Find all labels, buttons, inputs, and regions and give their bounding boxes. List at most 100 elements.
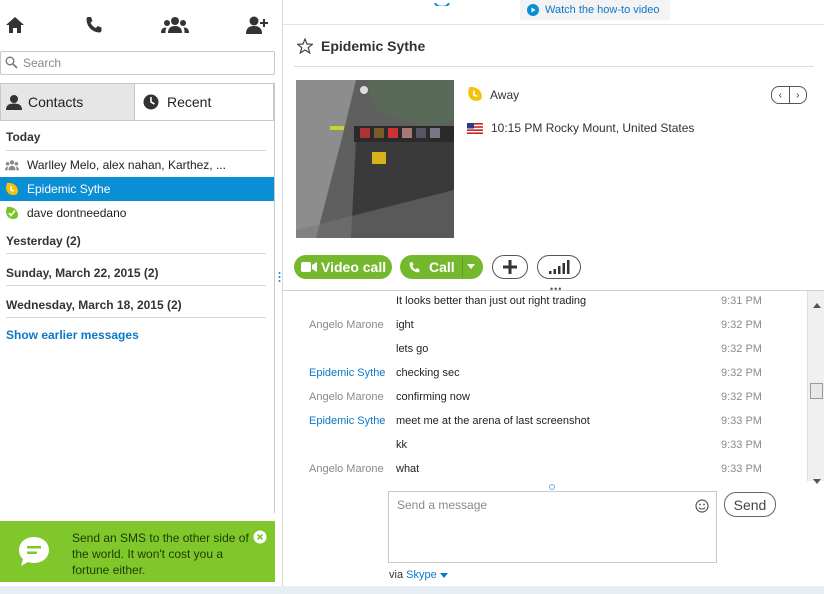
chevron-down-icon[interactable] [466,264,476,270]
add-contact-icon[interactable] [242,10,272,40]
scroll-down-icon[interactable] [813,471,821,489]
divider [6,285,266,286]
message-time: 9:32 PM [721,367,762,379]
conversation-name: dave dontneedano [27,206,127,220]
message-sender[interactable]: Epidemic Sythe [309,415,409,427]
message-time: 9:33 PM [721,463,762,475]
divider [283,24,824,25]
section-yesterday[interactable]: Yesterday (2) [6,234,81,248]
left-pane: Contacts Recent Today Warlley Melo, alex… [0,0,282,594]
message-text: lets go [396,343,429,355]
group-chat-icon [5,158,19,172]
divider [6,150,266,151]
message-row[interactable]: Angelo Marone ight 9:32 PM [283,315,807,339]
section-wednesday[interactable]: Wednesday, March 18, 2015 (2) [6,298,182,312]
message-row[interactable]: It looks better than just out right trad… [283,291,807,315]
message-row[interactable]: Angelo Marone what 9:33 PM [283,459,807,481]
home-icon[interactable] [0,10,30,40]
away-status-icon [5,182,19,196]
message-sender[interactable]: Epidemic Sythe [309,367,409,379]
message-sender: Angelo Marone [309,391,384,403]
emoji-icon[interactable] [695,499,709,518]
conversation-name: Warlley Melo, alex nahan, Karthez, ... [27,158,226,172]
message-sender: Angelo Marone [309,319,384,331]
video-icon [301,261,317,273]
message-input[interactable] [397,498,687,554]
next-arrow-icon[interactable]: › [788,87,807,103]
message-time: 9:33 PM [721,439,762,451]
divider [294,66,814,67]
search-input[interactable] [23,54,263,71]
tab-contacts-label: Contacts [28,94,84,110]
message-time: 9:32 PM [721,319,762,331]
contact-status: Away [490,88,520,102]
phone-icon[interactable] [79,10,109,40]
howto-video-label: Watch the how-to video [545,4,660,16]
clock-icon [143,94,159,110]
plus-icon [502,259,518,275]
chevron-down-icon [439,569,448,581]
call-label: Call [429,259,455,275]
sms-promo-text: Send an SMS to the other side of the wor… [72,531,249,577]
scroll-up-icon[interactable] [813,295,821,313]
us-flag-icon [467,121,483,139]
contact-location: 10:15 PM Rocky Mount, United States [491,121,695,135]
profile-pager: ‹ › [771,86,807,104]
section-sunday[interactable]: Sunday, March 22, 2015 (2) [6,266,159,280]
contact-avatar[interactable] [296,80,454,238]
video-call-label: Video call [321,259,387,275]
search-field[interactable] [0,51,275,75]
via-service: Skype [406,569,437,581]
splitter-handle[interactable] [278,270,281,288]
message-text: confirming now [396,391,470,403]
via-label: via [389,569,404,581]
sms-promo-banner[interactable]: Send an SMS to the other side of the wor… [0,521,275,582]
message-text: ight [396,319,414,331]
tab-recent[interactable]: Recent [135,84,273,120]
person-icon [6,94,22,110]
show-earlier-messages-link[interactable]: Show earlier messages [6,328,139,342]
search-icon [5,56,18,74]
message-sender: Angelo Marone [309,463,384,475]
message-time: 9:32 PM [721,391,762,403]
message-row[interactable]: lets go 9:32 PM [283,339,807,363]
section-today: Today [6,130,41,144]
message-list: It looks better than just out right trad… [283,291,807,481]
online-status-icon [5,206,19,220]
send-via[interactable]: via Skype [389,569,448,581]
message-row[interactable]: Epidemic Sythe meet me at the arena of l… [283,411,807,435]
message-row[interactable]: Angelo Marone confirming now 9:32 PM [283,387,807,411]
tab-contacts[interactable]: Contacts [1,84,135,120]
call-button[interactable]: Call [400,255,483,279]
scroll-thumb[interactable] [810,383,823,399]
chat-bubble-icon [17,535,51,574]
message-scrollbar[interactable] [807,291,824,484]
play-icon [527,4,539,16]
message-text: what [396,463,420,475]
compose-box[interactable] [388,491,717,563]
message-text: It looks better than just out right trad… [396,295,587,307]
call-quality-button[interactable] [537,255,581,279]
contact-tabs: Contacts Recent [0,83,274,121]
close-icon[interactable] [253,530,267,549]
message-time: 9:33 PM [721,415,762,427]
send-button[interactable]: Send [724,492,776,517]
conversation-item-selected[interactable]: Epidemic Sythe [0,177,274,201]
message-row[interactable]: Epidemic Sythe checking sec 9:32 PM [283,363,807,387]
signal-icon [548,260,570,274]
prev-arrow-icon[interactable]: ‹ [772,87,789,103]
contact-name-title: Epidemic Sythe [321,38,426,54]
away-status-icon [467,86,483,107]
group-icon[interactable] [160,10,190,40]
howto-video-link[interactable]: Watch the how-to video [520,0,670,20]
video-call-button[interactable]: Video call [294,255,392,279]
message-time: 9:31 PM [721,295,762,307]
star-icon[interactable] [295,37,315,59]
message-row[interactable]: kk 9:33 PM [283,435,807,459]
add-participant-button[interactable] [492,255,528,279]
conversation-item[interactable]: Warlley Melo, alex nahan, Karthez, ... [0,153,274,177]
pane-border [274,83,275,513]
conversation-item[interactable]: dave dontneedano [0,201,274,225]
window-bottom-edge [0,586,824,594]
divider [462,257,463,277]
